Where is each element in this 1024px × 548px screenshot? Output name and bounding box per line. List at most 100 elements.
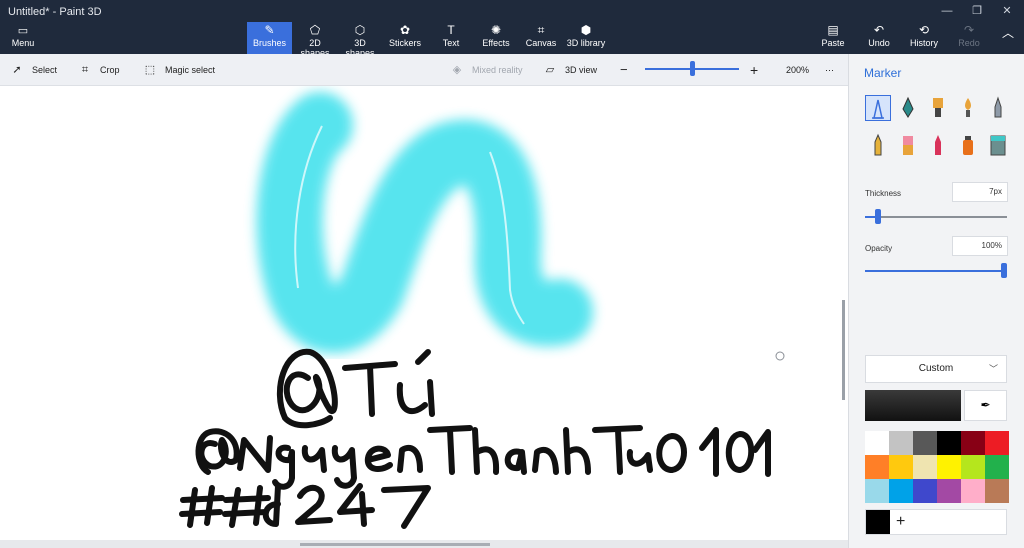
palette-swatch[interactable] [961, 431, 985, 455]
chevron-down-icon: ﹀ [988, 364, 998, 374]
mixed-reality-icon: ◈ [452, 64, 462, 76]
zoom-in-button[interactable]: + [750, 63, 758, 77]
brush-panel: Marker Thickness 7px Opacity 100% Custom… [848, 54, 1024, 548]
ribbon: Untitled* - Paint 3D — ❐ ✕ ▭ Menu ✎ Brus… [0, 0, 1024, 58]
more-options-button[interactable]: ⋯ [825, 63, 834, 77]
collapse-ribbon-button[interactable]: ︿ [998, 22, 1018, 54]
magic-select-button[interactable]: ⬚ Magic select [143, 63, 215, 77]
current-color-swatch[interactable] [865, 390, 961, 421]
thickness-slider-track[interactable] [865, 216, 1007, 218]
crop-button[interactable]: ⌗ Crop [78, 63, 120, 77]
stickers-icon: ✿ [399, 23, 411, 37]
palette-swatch[interactable] [889, 431, 913, 455]
palette-swatch[interactable] [865, 431, 889, 455]
horizontal-scroll-thumb[interactable] [300, 543, 490, 546]
undo-button[interactable]: ↶ Undo [864, 22, 894, 54]
handwritten-text [179, 348, 771, 529]
mixed-reality-button[interactable]: ◈ Mixed reality [450, 63, 523, 77]
brush-icon: ✎ [264, 23, 275, 37]
tool-3d-library[interactable]: ⬢ 3D library [566, 22, 606, 54]
crop-icon: ⌗ [81, 64, 89, 76]
tool-text[interactable]: T Text [436, 22, 466, 54]
thickness-slider-thumb[interactable] [874, 209, 881, 224]
palette-swatch[interactable] [865, 479, 889, 503]
opacity-input[interactable]: 100% [952, 236, 1008, 256]
palette-swatch[interactable] [985, 455, 1009, 479]
tool-2d-shapes[interactable]: ⬠ 2D shapes [294, 22, 336, 58]
2d-shapes-icon: ⬠ [309, 23, 321, 37]
spray-can-button[interactable] [955, 133, 981, 159]
palette-swatch[interactable] [961, 479, 985, 503]
redo-button[interactable]: ↷ Redo [955, 22, 983, 54]
redo-icon: ↷ [963, 23, 975, 37]
3d-view-button[interactable]: ▱ 3D view [543, 63, 597, 77]
zoom-slider-thumb[interactable] [690, 61, 695, 76]
marker-brush-button[interactable] [865, 95, 891, 121]
eraser-button[interactable] [895, 133, 921, 159]
palette-swatch[interactable] [985, 479, 1009, 503]
palette-swatch[interactable] [889, 479, 913, 503]
panel-title: Marker [864, 66, 902, 80]
drawing-canvas[interactable] [0, 86, 848, 548]
custom-color-swatch[interactable] [866, 510, 890, 534]
calligraphy-pen-button[interactable] [895, 95, 921, 121]
fill-bucket-icon [990, 135, 1006, 156]
magic-select-icon: ⬚ [144, 64, 156, 76]
fill-bucket-button[interactable] [985, 133, 1011, 159]
plus-icon: + [896, 513, 906, 530]
palette-swatch[interactable] [913, 455, 937, 479]
effects-icon: ✺ [490, 23, 502, 37]
tool-brushes[interactable]: ✎ Brushes [247, 22, 292, 54]
folder-icon: ▭ [17, 25, 29, 37]
menu-label: Menu [11, 38, 35, 48]
tool-stickers[interactable]: ✿ Stickers [386, 22, 424, 54]
window-title: Untitled* - Paint 3D [8, 6, 102, 18]
watercolor-button[interactable] [955, 95, 981, 121]
maximize-button[interactable]: ❐ [962, 3, 992, 19]
palette-swatch[interactable] [937, 431, 961, 455]
opacity-slider-thumb[interactable] [1001, 263, 1007, 278]
palette-swatch[interactable] [865, 455, 889, 479]
add-color-button[interactable]: + [896, 512, 905, 532]
tool-canvas[interactable]: ⌗ Canvas [525, 22, 557, 54]
history-button[interactable]: ⟲ History [907, 22, 941, 54]
select-button[interactable]: ➚ Select [10, 63, 57, 77]
minimize-button[interactable]: — [932, 3, 962, 19]
tool-3d-shapes[interactable]: ⬡ 3D shapes [340, 22, 380, 58]
3d-view-icon: ▱ [545, 64, 555, 76]
palette-swatch[interactable] [937, 479, 961, 503]
eyedropper-icon: ✒ [980, 398, 991, 412]
cyan-brush-stroke [256, 92, 593, 353]
chevron-up-icon: ︿ [1001, 26, 1014, 40]
oil-brush-button[interactable] [925, 95, 951, 121]
zoom-out-button[interactable]: − [620, 63, 628, 77]
palette-swatch[interactable] [937, 455, 961, 479]
opacity-slider-track[interactable] [865, 270, 1007, 272]
brush-cursor [775, 351, 785, 361]
spray-can-icon [963, 136, 973, 155]
3d-library-icon: ⬢ [580, 23, 592, 37]
vertical-scrollbar[interactable] [842, 300, 845, 400]
palette-swatch[interactable] [913, 479, 937, 503]
color-mode-dropdown[interactable]: Custom ﹀ [865, 355, 1007, 383]
opacity-label: Opacity [865, 244, 893, 253]
tool-effects[interactable]: ✺ Effects [479, 22, 513, 54]
eyedropper-button[interactable]: ✒ [964, 390, 1007, 421]
pencil-button[interactable] [865, 133, 891, 159]
close-button[interactable]: ✕ [992, 3, 1022, 19]
marker-icon [872, 99, 884, 119]
menu-button[interactable]: ▭ Menu [6, 24, 40, 52]
palette-swatch[interactable] [889, 455, 913, 479]
zoom-level: 200% [786, 65, 810, 75]
paste-button[interactable]: ▤ Paste [818, 22, 848, 54]
thickness-input[interactable]: 7px [952, 182, 1008, 202]
custom-colors-row: + [865, 509, 1007, 535]
canvas-artwork [179, 92, 785, 529]
palette-swatch[interactable] [961, 455, 985, 479]
eraser-icon [903, 136, 913, 155]
pixel-pen-button[interactable] [985, 95, 1011, 121]
palette-swatch[interactable] [985, 431, 1009, 455]
crayon-button[interactable] [925, 133, 951, 159]
crayon-icon [935, 135, 941, 155]
palette-swatch[interactable] [913, 431, 937, 455]
